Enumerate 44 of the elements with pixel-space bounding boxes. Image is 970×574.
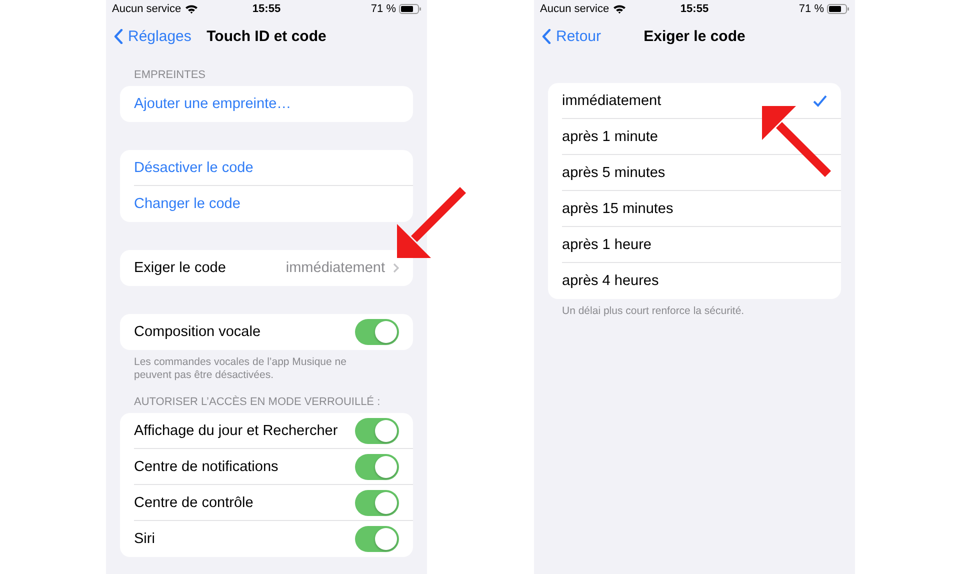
section-footer: Un délai plus court renforce la sécurité. <box>562 305 744 317</box>
toggle-switch[interactable] <box>355 418 399 444</box>
chevron-left-icon <box>114 29 123 44</box>
pointer-arrow <box>397 187 466 258</box>
setting-label: Centre de contrôle <box>134 494 254 510</box>
carrier-label: Aucun service <box>112 3 182 15</box>
toggle-switch[interactable] <box>355 454 399 480</box>
section-header: AUTORISER L’ACCÈS EN MODE VERROUILLÉ : <box>134 396 380 408</box>
battery-icon <box>827 4 849 14</box>
action-link[interactable]: Ajouter une empreinte… <box>134 96 292 112</box>
setting-label[interactable]: Exiger le code <box>134 260 226 276</box>
setting-label: Centre de notifications <box>134 458 278 474</box>
wifi-icon <box>613 4 626 14</box>
section-header: EMPREINTES <box>134 69 206 81</box>
screen-title: Touch ID et code <box>206 28 326 45</box>
screen-title: Exiger le code <box>644 28 746 45</box>
battery-percentage: 71 % <box>370 3 396 15</box>
toggle-switch[interactable] <box>355 526 399 552</box>
clock-time: 15:55 <box>252 3 281 15</box>
carrier-label: Aucun service <box>540 3 610 15</box>
back-button[interactable]: Réglages <box>114 28 192 45</box>
battery-percentage: 71 % <box>798 3 824 15</box>
option-label[interactable]: après 4 heures <box>562 273 659 289</box>
chevron-icon <box>393 263 399 273</box>
setting-label: Siri <box>134 531 155 547</box>
toggle-switch[interactable] <box>355 319 399 345</box>
option-label[interactable]: après 1 heure <box>562 236 652 252</box>
chevron-left-icon <box>542 29 551 44</box>
option-label[interactable]: immédiatement <box>562 92 662 108</box>
back-button[interactable]: Retour <box>542 28 602 45</box>
setting-label: Composition vocale <box>134 324 261 340</box>
wifi-icon <box>185 4 198 14</box>
setting-value: immédiatement <box>286 260 385 276</box>
action-link[interactable]: Désactiver le code <box>134 160 254 176</box>
pointer-arrow <box>762 106 831 177</box>
battery-icon <box>399 4 421 14</box>
setting-label: Affichage du jour et Rechercher <box>134 422 338 438</box>
section-footer: Les commandes vocales de l’app Musique ne peuvent pas être désactivées. <box>134 356 346 381</box>
option-label[interactable]: après 15 minutes <box>562 200 674 216</box>
option-label[interactable]: après 5 minutes <box>562 164 666 180</box>
option-label[interactable]: après 1 minute <box>562 128 658 144</box>
toggle-switch[interactable] <box>355 490 399 516</box>
action-link[interactable]: Changer le code <box>134 196 240 212</box>
clock-time: 15:55 <box>680 3 709 15</box>
